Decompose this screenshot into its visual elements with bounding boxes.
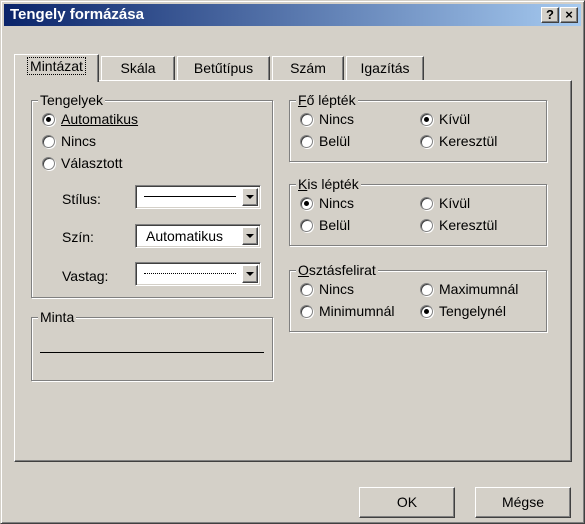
- tab-skala[interactable]: Skála: [101, 56, 175, 80]
- tab-panel-mintazat: Tengelyek Automatikus Nincs Választott S…: [14, 80, 572, 462]
- tab-szam[interactable]: Szám: [272, 56, 344, 80]
- radio-checked-icon: [420, 305, 433, 318]
- style-select[interactable]: [135, 185, 261, 209]
- help-button[interactable]: ?: [541, 7, 559, 23]
- weight-select[interactable]: [135, 262, 261, 286]
- chevron-down-icon[interactable]: [242, 227, 258, 245]
- minor-radio-nincs[interactable]: Nincs: [300, 195, 354, 213]
- tick-label-group-title: Osztásfelirat: [296, 262, 378, 278]
- radio-valasztott[interactable]: Választott: [42, 155, 122, 173]
- weight-label: Vastag:: [62, 268, 109, 284]
- dialog-title: Tengely formázása: [10, 6, 144, 23]
- tab-igazitas[interactable]: Igazítás: [346, 56, 424, 80]
- radio-icon: [300, 305, 313, 318]
- radio-icon: [420, 283, 433, 296]
- chevron-down-icon[interactable]: [242, 188, 258, 206]
- minor-radio-belul[interactable]: Belül: [300, 217, 350, 235]
- label-radio-minimumnal[interactable]: Minimumnál: [300, 303, 394, 321]
- format-axis-dialog: Tengely formázása ? × Mintázat Skála Bet…: [0, 0, 585, 524]
- major-radio-nincs[interactable]: Nincs: [300, 111, 354, 129]
- axes-group-title: Tengelyek: [38, 92, 106, 108]
- radio-icon: [300, 283, 313, 296]
- radio-icon: [300, 135, 313, 148]
- tab-mintazat[interactable]: Mintázat: [14, 54, 99, 82]
- sample-line: [40, 352, 264, 353]
- radio-checked-icon: [42, 113, 55, 126]
- ok-button[interactable]: OK: [359, 487, 455, 518]
- minor-radio-kivul[interactable]: Kívül: [420, 195, 470, 213]
- color-label: Szín:: [62, 229, 94, 245]
- title-bar[interactable]: Tengely formázása ? ×: [4, 4, 581, 26]
- axes-group: Tengelyek Automatikus Nincs Választott S…: [31, 92, 273, 298]
- radio-nincs[interactable]: Nincs: [42, 133, 96, 151]
- radio-icon: [42, 157, 55, 170]
- radio-icon: [300, 113, 313, 126]
- radio-checked-icon: [420, 113, 433, 126]
- cancel-button[interactable]: Mégse: [475, 487, 571, 518]
- radio-icon: [420, 219, 433, 232]
- label-radio-nincs[interactable]: Nincs: [300, 281, 354, 299]
- major-tick-group-title: Fő lépték: [296, 92, 358, 108]
- radio-automatikus[interactable]: Automatikus: [42, 111, 138, 129]
- radio-icon: [420, 197, 433, 210]
- tab-betutipus[interactable]: Betűtípus: [177, 56, 270, 80]
- tick-label-group: Osztásfelirat Nincs Maximumnál Minimumná…: [289, 262, 547, 332]
- major-radio-keresztul[interactable]: Keresztül: [420, 133, 497, 151]
- major-tick-group: Fő lépték Nincs Kívül Belül Keresztül: [289, 92, 547, 162]
- sample-group: Minta: [31, 309, 273, 381]
- label-radio-tengelynel[interactable]: Tengelynél: [420, 303, 506, 321]
- minor-tick-group: Kis lépték Nincs Kívül Belül Keresztül: [289, 176, 547, 246]
- chevron-down-icon[interactable]: [242, 265, 258, 283]
- label-radio-maximumnal[interactable]: Maximumnál: [420, 281, 518, 299]
- major-radio-belul[interactable]: Belül: [300, 133, 350, 151]
- radio-icon: [420, 135, 433, 148]
- style-label: Stílus:: [62, 191, 101, 207]
- major-radio-kivul[interactable]: Kívül: [420, 111, 470, 129]
- sample-group-title: Minta: [38, 309, 77, 325]
- close-button[interactable]: ×: [560, 7, 578, 23]
- color-select-value: Automatikus: [146, 228, 224, 244]
- solid-line-sample: [144, 196, 236, 197]
- dotted-line-sample: [144, 273, 236, 274]
- minor-radio-keresztul[interactable]: Keresztül: [420, 217, 497, 235]
- radio-icon: [42, 135, 55, 148]
- radio-icon: [300, 219, 313, 232]
- minor-tick-group-title: Kis lépték: [296, 176, 361, 192]
- radio-checked-icon: [300, 197, 313, 210]
- color-select[interactable]: Automatikus: [135, 224, 261, 248]
